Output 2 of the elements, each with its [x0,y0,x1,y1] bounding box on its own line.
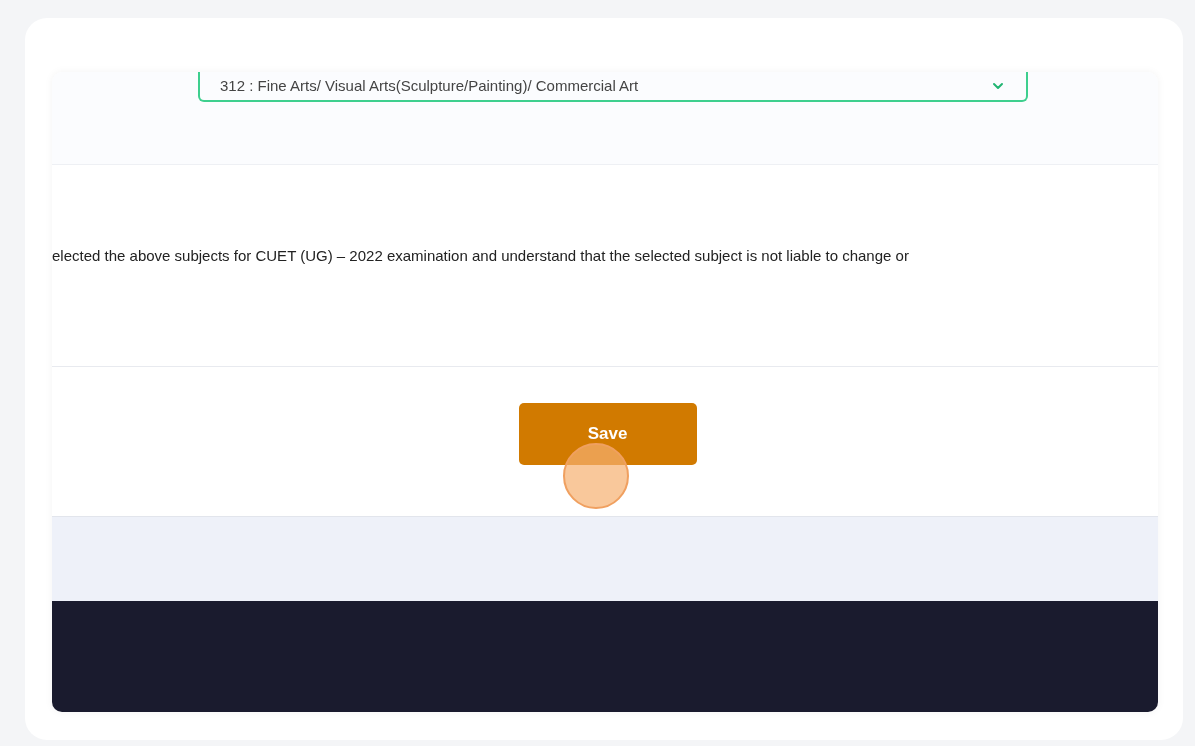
subject-select[interactable]: 312 : Fine Arts/ Visual Arts(Sculpture/Painting)/ Commercial Art [198,72,1028,102]
declaration-text: elected the above subjects for CUET (UG) – 2022 examination and understand that the selected subject is not liable to change or [52,246,909,267]
